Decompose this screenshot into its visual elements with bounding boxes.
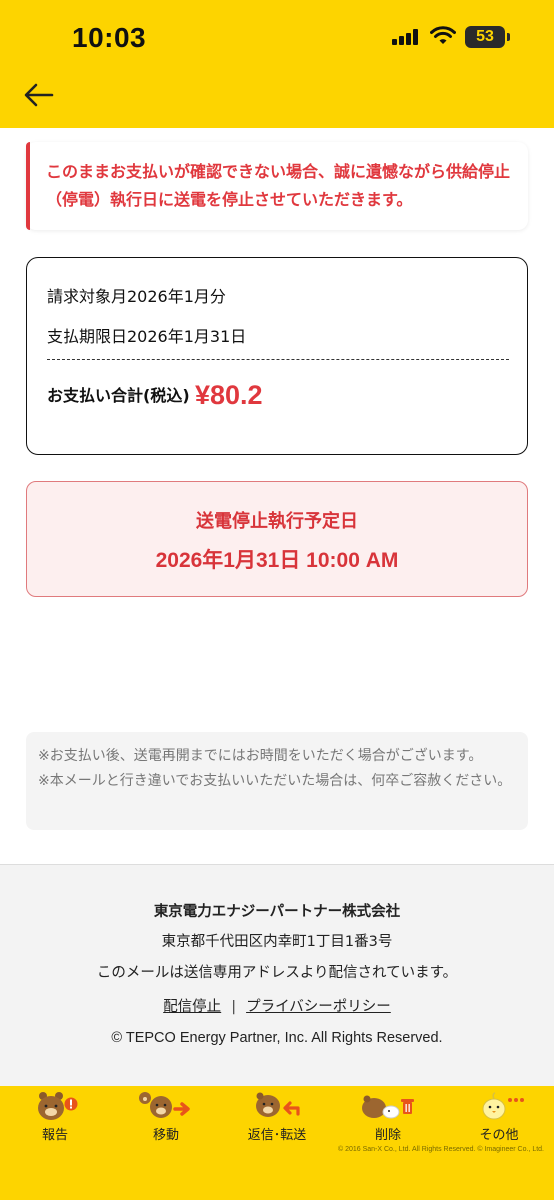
footer-links: 配信停止 | プライバシーポリシー — [0, 995, 554, 1016]
battery-icon: 53 — [465, 26, 510, 48]
power-stop-notice: 送電停止執行予定日 2026年1月31日 10:00 AM — [26, 481, 528, 597]
status-time: 10:03 — [72, 22, 147, 53]
warning-alert: このままお支払いが確認できない場合、誠に遺憾ながら供給停止（停電）執行日に送電を… — [26, 142, 528, 230]
copyright: © TEPCO Energy Partner, Inc. All Rights … — [111, 1030, 443, 1046]
cellular-signal-icon — [392, 29, 420, 45]
chick-more-icon — [482, 1092, 524, 1120]
bear-reply-icon — [256, 1092, 300, 1117]
top-bar: 10:03 53 — [0, 0, 554, 128]
note-item: ※お支払い後、送電再開までにはお時間をいただく場合がございます。 — [38, 748, 483, 764]
privacy-policy-link[interactable]: プライバシーポリシー — [246, 999, 391, 1015]
company-name: 東京電力エナジーパートナー株式会社 — [153, 904, 401, 920]
due-date: 支払期限日2026年1月31日 — [47, 327, 247, 346]
stop-notice-date: 2026年1月31日 10:00 AM — [155, 549, 399, 572]
arrow-left-icon[interactable] — [22, 80, 56, 110]
tab-more[interactable]: その他 — [444, 1086, 554, 1148]
billing-month: 請求対象月2026年1月分 — [47, 287, 226, 306]
tab-delete[interactable]: 削除 — [333, 1086, 443, 1148]
total-label: お支払い合計(税込) — [47, 386, 190, 405]
tab-label: その他 — [479, 1128, 519, 1143]
link-separator: | — [231, 999, 237, 1015]
wifi-icon — [430, 26, 456, 44]
bear-move-icon — [139, 1092, 190, 1118]
company-address: 東京都千代田区内幸町1丁目1番3号 — [161, 934, 393, 950]
alert-accent-bar — [26, 142, 30, 230]
alert-message: このままお支払いが確認できない場合、誠に遺憾ながら供給停止（停電）執行日に送電を… — [46, 162, 511, 209]
character-credit: © 2016 San-X Co., Ltd. All Rights Reserv… — [337, 1146, 544, 1153]
footer: 東京電力エナジーパートナー株式会社 東京都千代田区内幸町1丁目1番3号 このメー… — [0, 864, 554, 1086]
bill-summary-card: 請求対象月2026年1月分 支払期限日2026年1月31日 お支払い合計(税込)… — [26, 257, 528, 455]
tab-report[interactable]: 報告 — [0, 1086, 110, 1148]
unsubscribe-link[interactable]: 配信停止 — [163, 999, 221, 1015]
bear-delete-icon — [362, 1095, 414, 1119]
bottom-toolbar: 報告 移動 返信･転送 削除 その他 © 2016 San-X Co., Ltd… — [0, 1086, 554, 1200]
tab-reply-forward[interactable]: 返信･転送 — [222, 1086, 332, 1148]
tab-label: 返信･転送 — [247, 1128, 307, 1143]
bear-report-icon — [38, 1092, 78, 1120]
sender-notice: このメールは送信専用アドレスより配信されています。 — [96, 965, 458, 981]
tab-label: 報告 — [41, 1128, 68, 1143]
total-amount: ¥80.2 — [195, 380, 263, 410]
tab-label: 移動 — [152, 1128, 179, 1143]
notes-box: ※お支払い後、送電再開までにはお時間をいただく場合がございます。 ※本メールと行… — [26, 732, 528, 830]
stop-notice-title: 送電停止執行予定日 — [196, 511, 358, 532]
tab-move[interactable]: 移動 — [111, 1086, 221, 1148]
dashed-divider — [47, 359, 509, 360]
note-item: ※本メールと行き違いでお支払いいただいた場合は、何卒ご容赦ください。 — [38, 773, 512, 789]
tab-label: 削除 — [374, 1128, 401, 1143]
